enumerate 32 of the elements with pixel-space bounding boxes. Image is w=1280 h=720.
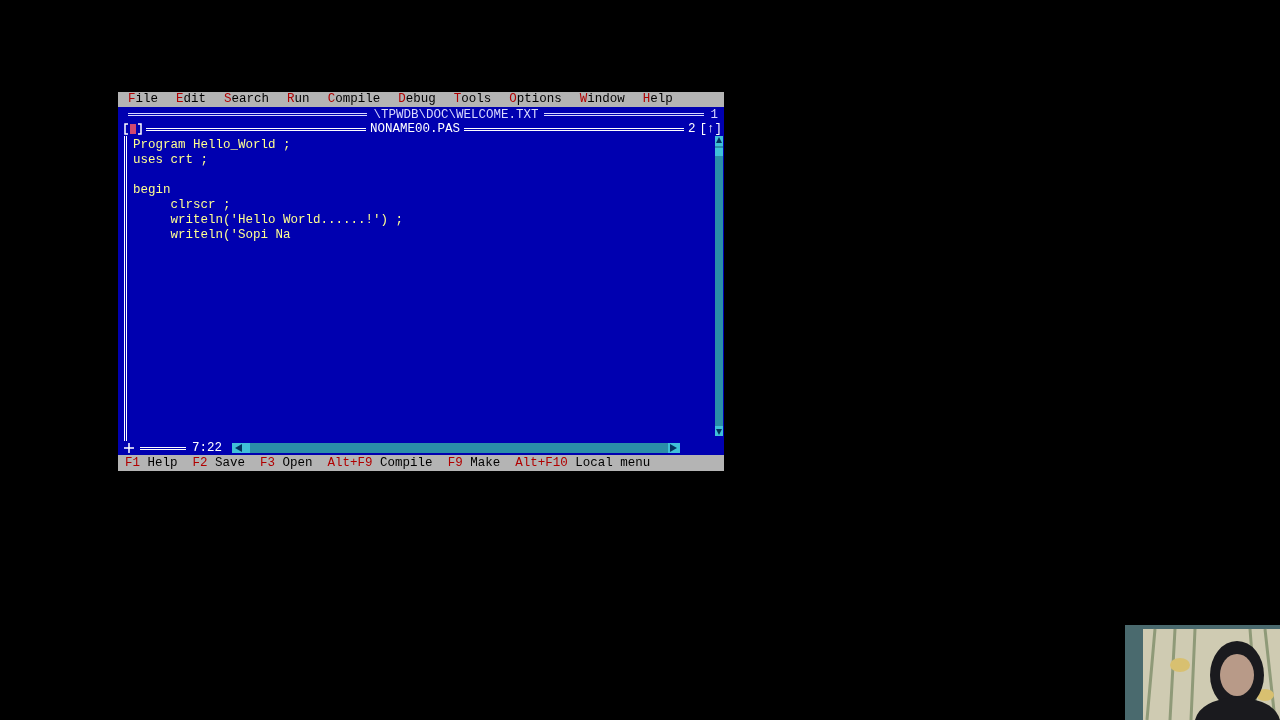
window-number: 2 <box>688 122 696 136</box>
menu-item[interactable]: Edit <box>174 92 209 107</box>
shortcut-hint[interactable]: Alt+F10 Local menu <box>515 455 651 471</box>
menu-item[interactable]: Search <box>222 92 272 107</box>
window-title[interactable]: \TPWDB\DOC\WELCOME.TXT <box>373 107 539 122</box>
shortcut-hint[interactable]: F2 Save <box>192 455 246 471</box>
code-line: clrscr ; <box>169 198 231 213</box>
menu-item[interactable]: Tools <box>451 92 494 107</box>
code-line: Program Hello_World ; <box>133 138 291 153</box>
vertical-scrollbar[interactable] <box>715 136 723 436</box>
shortcut-hint[interactable]: F9 Make <box>447 455 501 471</box>
shortcut-hint[interactable]: F1 Help <box>125 455 178 471</box>
corner-icon <box>124 443 134 453</box>
zoom-box[interactable]: [↑] <box>699 122 722 136</box>
horizontal-scrollbar[interactable] <box>232 443 680 453</box>
close-icon[interactable] <box>124 123 142 135</box>
menu-item[interactable]: File <box>126 92 161 107</box>
code-line: begin <box>133 183 171 198</box>
window-title: NONAME00.PAS <box>370 122 460 136</box>
menu-item[interactable]: Compile <box>325 92 383 107</box>
code-line: writeln('Sopi Na <box>169 228 291 243</box>
shortcut-hint[interactable]: Alt+F9 Compile <box>327 455 433 471</box>
menu-item[interactable]: Help <box>640 92 675 107</box>
code-line: uses crt ; <box>133 153 208 168</box>
shortcut-hint[interactable]: F3 Open <box>260 455 313 471</box>
menu-item[interactable]: Debug <box>396 92 438 107</box>
menu-item[interactable]: Run <box>285 92 312 107</box>
window-number: 1 <box>710 107 718 122</box>
cursor-position: 7:22 <box>192 441 222 455</box>
menu-item[interactable]: Window <box>577 92 627 107</box>
menu-item[interactable]: Options <box>507 92 564 107</box>
code-line: writeln('Hello World......!') ; <box>169 213 404 228</box>
